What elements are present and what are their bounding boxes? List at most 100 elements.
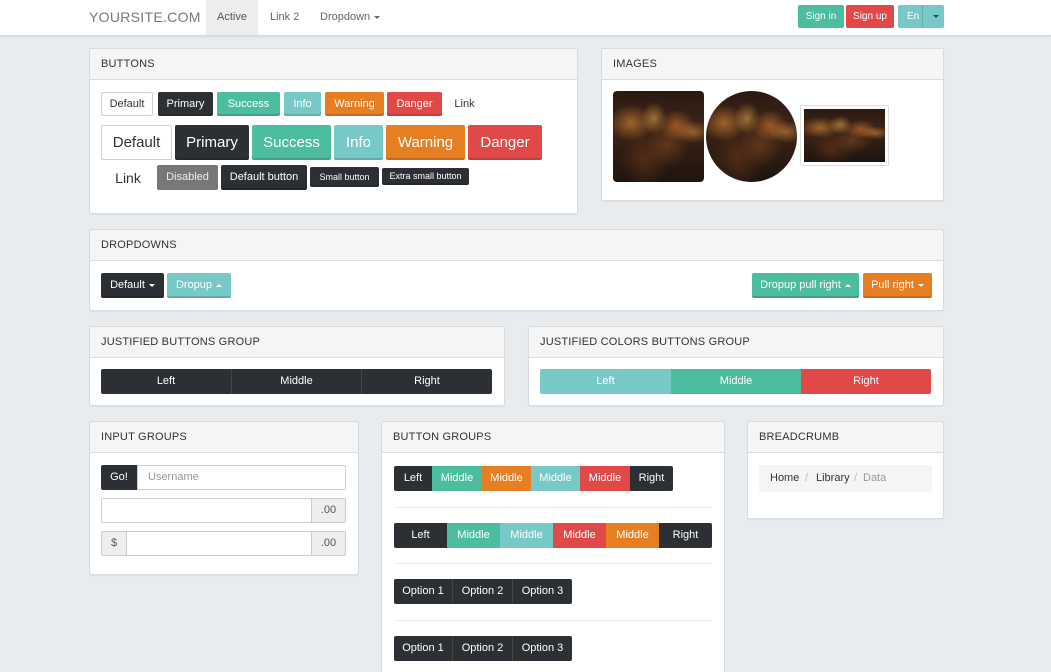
justified-color-middle-button[interactable]: Middle [671, 369, 801, 394]
warning-button-large[interactable]: Warning [386, 125, 465, 160]
caret-down-icon [374, 15, 381, 19]
dropup-button[interactable]: Dropup [167, 273, 231, 298]
rounded-image [613, 91, 704, 182]
success-button-large[interactable]: Success [252, 125, 331, 160]
button-label: Dropup pull right [760, 279, 841, 291]
group2-middle-button[interactable]: Middle [500, 523, 553, 548]
pull-right-button[interactable]: Pull right [863, 273, 932, 298]
group3-option-3-button[interactable]: Option 3 [513, 579, 572, 604]
dollar-addon: $ [101, 531, 127, 556]
justified-buttons-panel: JUSTIFIED BUTTONS GROUP Left Middle Righ… [89, 326, 505, 406]
group1-left-button[interactable]: Left [394, 466, 432, 491]
nav-dropdown[interactable]: Dropdown [309, 0, 391, 35]
button-label: Pull right [871, 279, 914, 291]
nav-item-link-2[interactable]: Link 2 [259, 0, 310, 35]
group3-option-1-button[interactable]: Option 1 [394, 579, 453, 604]
caret-up-icon [844, 283, 851, 287]
button-groups-panel: BUTTON GROUPS Left Middle Middle Middle … [381, 421, 725, 672]
group1-middle-button[interactable]: Middle [432, 466, 482, 491]
default-button[interactable]: Default [101, 92, 153, 116]
split-divider [922, 5, 923, 28]
breadcrumb-separator: / [805, 472, 809, 484]
nav-item-label: Active [217, 11, 247, 23]
dropup-pull-right-button[interactable]: Dropup pull right [752, 273, 859, 298]
small-button[interactable]: Small button [310, 167, 379, 187]
nav-item-active[interactable]: Active [206, 0, 258, 35]
panel-title: JUSTIFIED BUTTONS GROUP [90, 327, 504, 358]
link-button[interactable]: Link [446, 92, 483, 116]
danger-button-large[interactable]: Danger [468, 125, 542, 160]
breadcrumb-library-link[interactable]: Library [816, 472, 850, 484]
caret-down-icon [148, 283, 155, 287]
images-panel: IMAGES [601, 48, 944, 201]
default-button-large[interactable]: Default [101, 125, 172, 160]
caret-down-icon [917, 283, 924, 287]
group1-right-button[interactable]: Right [630, 466, 673, 491]
default-dropdown-button[interactable]: Default [101, 273, 164, 298]
breadcrumb-current: Data [863, 472, 887, 484]
username-input[interactable]: Username [137, 465, 346, 490]
go-button[interactable]: Go! [101, 465, 137, 490]
warning-button[interactable]: Warning [325, 92, 384, 116]
group2-middle-button[interactable]: Middle [606, 523, 659, 548]
group2-middle-button[interactable]: Middle [553, 523, 606, 548]
divider [394, 507, 712, 508]
justified-color-left-button[interactable]: Left [540, 369, 671, 394]
language-label: En [907, 11, 920, 22]
caret-down-icon[interactable] [933, 15, 939, 18]
default-size-button[interactable]: Default button [221, 165, 307, 190]
breadcrumb: Home / Library / Data [759, 465, 932, 492]
sign-in-button[interactable]: Sign in [798, 5, 844, 28]
buttons-panel: BUTTONS Default Primary Success Info War… [89, 48, 578, 214]
caret-up-icon [216, 283, 223, 287]
button-label: Default [110, 279, 145, 291]
divider [394, 563, 712, 564]
button-label: Dropup [175, 279, 213, 291]
info-button[interactable]: Info [284, 92, 321, 116]
language-split-button[interactable]: En [898, 5, 944, 28]
group1-middle-button[interactable]: Middle [531, 466, 580, 491]
decimal-addon: .00 [311, 498, 346, 523]
breadcrumb-panel: BREADCRUMB Home / Library / Data [747, 421, 944, 519]
amount-input[interactable] [101, 498, 312, 523]
group2-left-button[interactable]: Left [394, 523, 447, 548]
sign-up-button[interactable]: Sign up [846, 5, 894, 28]
group4-option-1-button[interactable]: Option 1 [394, 636, 453, 661]
group4-option-2-button[interactable]: Option 2 [453, 636, 513, 661]
breadcrumb-home-link[interactable]: Home [770, 472, 799, 484]
panel-title: BUTTON GROUPS [382, 422, 724, 453]
primary-button[interactable]: Primary [158, 92, 213, 116]
divider [394, 620, 712, 621]
thumbnail-image [800, 105, 889, 166]
group3-option-2-button[interactable]: Option 2 [453, 579, 513, 604]
justified-left-button[interactable]: Left [101, 369, 232, 394]
primary-button-large[interactable]: Primary [175, 125, 249, 160]
nav-item-label: Dropdown [320, 11, 371, 23]
info-button-large[interactable]: Info [334, 125, 383, 160]
group4-option-3-button[interactable]: Option 3 [513, 636, 572, 661]
panel-title: DROPDOWNS [90, 230, 943, 261]
justified-color-right-button[interactable]: Right [801, 369, 931, 394]
danger-button[interactable]: Danger [387, 92, 442, 116]
circle-image [706, 91, 797, 182]
navbar: YOURSITE.COM Active Link 2 Dropdown Sign… [0, 0, 1051, 36]
panel-title: INPUT GROUPS [90, 422, 358, 453]
extra-small-button[interactable]: Extra small button [382, 168, 469, 185]
group2-middle-button[interactable]: Middle [447, 523, 500, 548]
panel-title: JUSTIFIED COLORS BUTTONS GROUP [529, 327, 943, 358]
brand-logo[interactable]: YOURSITE.COM [89, 9, 201, 25]
success-button[interactable]: Success [217, 92, 280, 116]
justified-middle-button[interactable]: Middle [232, 369, 362, 394]
price-input[interactable] [126, 531, 312, 556]
panel-title: IMAGES [602, 49, 943, 80]
group2-right-button[interactable]: Right [659, 523, 712, 548]
breadcrumb-separator: / [854, 472, 858, 484]
group1-middle-button[interactable]: Middle [482, 466, 531, 491]
link-button-large[interactable]: Link [104, 166, 152, 190]
input-groups-panel: INPUT GROUPS Go! Username .00 $ .00 [89, 421, 359, 575]
disabled-button: Disabled [157, 165, 218, 190]
dropdowns-panel: DROPDOWNS Default Dropup Dropup pull rig… [89, 229, 944, 311]
justified-right-button[interactable]: Right [362, 369, 492, 394]
group1-middle-button[interactable]: Middle [580, 466, 630, 491]
panel-title: BUTTONS [90, 49, 577, 80]
